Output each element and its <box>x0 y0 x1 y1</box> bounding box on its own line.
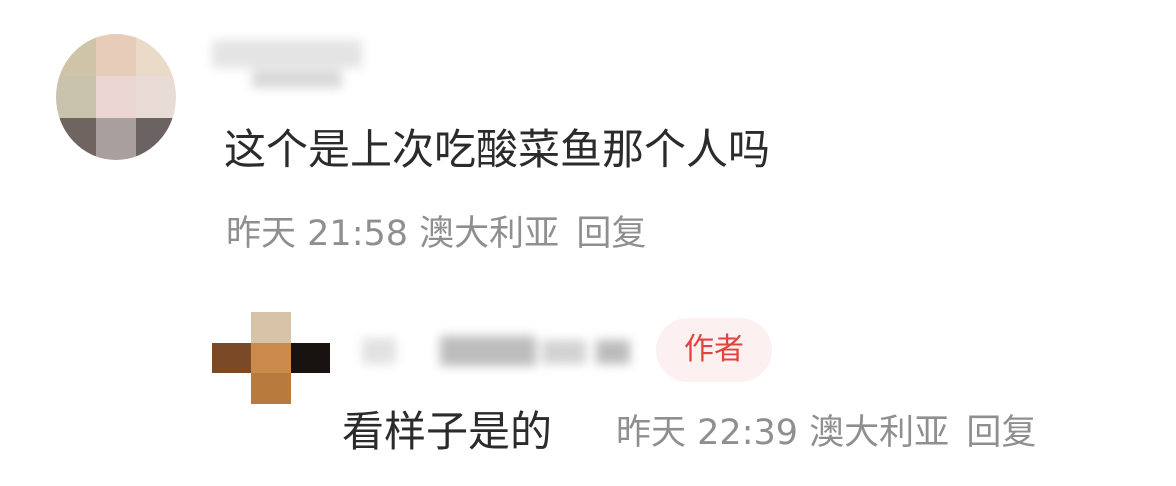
comment-meta: 昨天 21:58 澳大利亚 回复 <box>226 209 646 259</box>
reply-time: 22:39 <box>697 413 799 453</box>
comment-text: 这个是上次吃酸菜鱼那个人吗 <box>224 125 771 174</box>
reply-date: 昨天 <box>616 413 687 453</box>
author-badge: 作者 <box>656 318 772 382</box>
comment-location: 澳大利亚 <box>419 214 560 254</box>
comment-date: 昨天 <box>226 214 297 254</box>
commenter-username-blurred <box>212 40 382 96</box>
commenter-avatar[interactable] <box>56 34 176 160</box>
reply-meta: 昨天 22:39 澳大利亚 回复 <box>616 408 1036 458</box>
author-avatar[interactable] <box>212 312 330 404</box>
comment-time: 21:58 <box>307 214 409 254</box>
reply-text: 看样子是的 <box>342 407 553 456</box>
reply-location: 澳大利亚 <box>809 413 950 453</box>
comment-reply-button[interactable]: 回复 <box>576 214 646 254</box>
author-username-blurred <box>362 332 642 372</box>
reply-reply-button[interactable]: 回复 <box>966 413 1036 453</box>
